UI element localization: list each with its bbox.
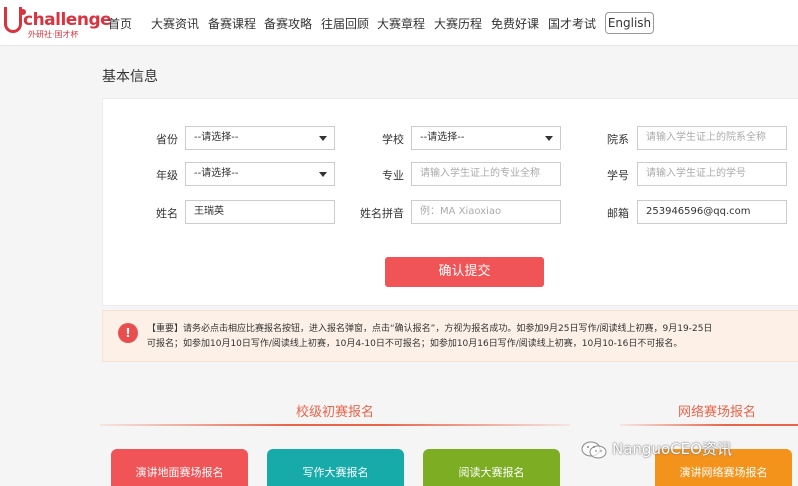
chevron-down-icon [319,136,327,141]
nav-news[interactable]: 大赛资讯 [151,15,199,32]
nav-home[interactable]: 首页 [108,15,132,32]
top-navbar: challenge 外研社·国才杯 首页 大赛资讯 备赛课程 备赛攻略 往届回顾… [0,0,798,46]
challenge-logo[interactable]: challenge 外研社·国才杯 [4,7,112,39]
school-round-divider [100,424,570,426]
chevron-down-icon [319,172,327,177]
nav-strategy[interactable]: 备赛攻略 [264,15,312,32]
province-label: 省份 [156,133,178,146]
school-select[interactable]: --请选择-- [411,126,561,150]
reading-signup-button[interactable]: 阅读大赛报名 [423,449,560,486]
wechat-icon [581,441,607,459]
important-notice: ! 【重要】请务必点击相应比赛报名按钮，进入报名弹窗，点击“确认报名”，方视为报… [102,310,798,362]
student-id-input[interactable]: 请输入学生证上的学号 [637,162,787,186]
notice-text: 【重要】请务必点击相应比赛报名按钮，进入报名弹窗，点击“确认报名”，方视为报名成… [147,322,798,352]
speech-offline-signup-button[interactable]: 演讲地面赛场报名 [111,449,248,486]
email-label: 邮箱 [607,207,629,220]
notice-line-1: 【重要】请务必点击相应比赛报名按钮，进入报名弹窗，点击“确认报名”，方视为报名成… [147,324,713,334]
pinyin-input[interactable]: 例：MA Xiaoxiao [411,200,561,224]
submit-button[interactable]: 确认提交 [385,257,544,287]
writing-signup-button[interactable]: 写作大赛报名 [267,449,404,486]
name-label: 姓名 [156,207,178,220]
college-input[interactable]: 请输入学生证上的院系全称 [637,126,787,150]
english-button[interactable]: English [605,12,654,34]
major-label: 专业 [382,169,404,182]
logo-text: challenge [23,10,112,30]
online-round-title: 网络赛场报名 [678,405,757,420]
college-label: 院系 [607,133,629,146]
nav-review[interactable]: 往届回顾 [321,15,369,32]
nav-rules[interactable]: 大赛章程 [377,15,425,32]
province-select[interactable]: --请选择-- [185,126,335,150]
email-input[interactable]: 253946596@qq.com [637,200,787,224]
grade-select[interactable]: --请选择-- [185,162,335,186]
school-round-title: 校级初赛报名 [296,405,375,420]
grade-label: 年级 [156,169,178,182]
name-input[interactable]: 王瑞英 [185,200,335,224]
online-round-divider [620,424,798,426]
nav-history[interactable]: 大赛历程 [434,15,482,32]
notice-line-2: 可报名；如参加10月10日写作/阅读线上初赛，10月4-10日不可报名；如参加1… [147,339,683,349]
pinyin-label: 姓名拼音 [360,207,404,220]
watermark-text: NanguoCEO资讯 [612,440,732,458]
major-input[interactable]: 请输入学生证上的专业全称 [411,162,561,186]
province-value: --请选择-- [194,132,239,143]
nav-free-courses[interactable]: 免费好课 [491,15,539,32]
page-title: 基本信息 [102,69,158,85]
student-id-label: 学号 [607,169,629,182]
nav-exam[interactable]: 国才考试 [548,15,596,32]
logo-subtitle: 外研社·国才杯 [28,30,79,39]
school-label: 学校 [382,133,404,146]
alert-icon: ! [118,323,138,343]
nav-courses[interactable]: 备赛课程 [208,15,256,32]
chevron-down-icon [545,136,553,141]
grade-value: --请选择-- [194,168,239,179]
school-value: --请选择-- [420,132,465,143]
